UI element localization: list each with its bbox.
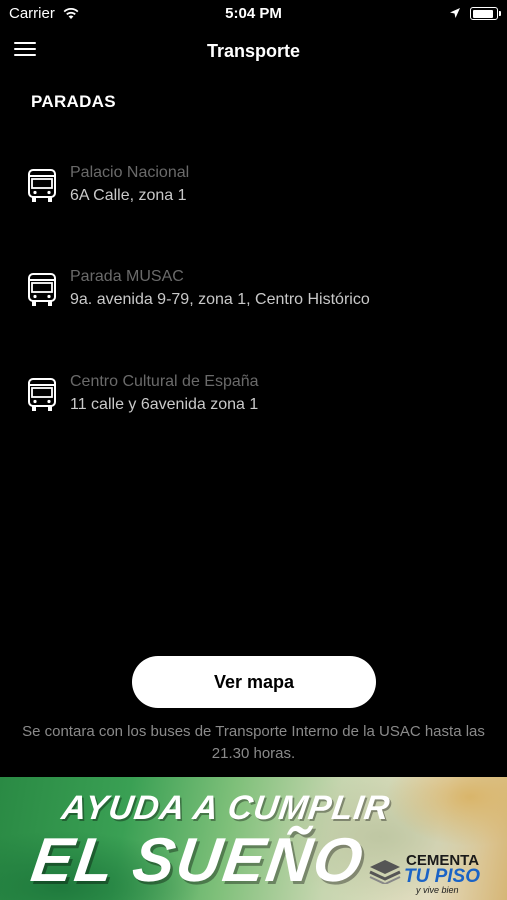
location-arrow-icon — [450, 8, 460, 18]
stop-name: Parada MUSAC — [70, 268, 184, 285]
bus-icon — [28, 169, 56, 202]
status-bar: Carrier 5:04 PM — [0, 0, 507, 28]
bus-icon — [28, 273, 56, 306]
stop-name: Palacio Nacional — [70, 164, 190, 181]
stop-item-parada-musac[interactable]: Parada MUSAC 9a. avenida 9-79, zona 1, C… — [27, 268, 487, 324]
brand-logo: CEMENTA TU PISO y vive bien — [368, 852, 493, 896]
navigation-bar: Transporte — [0, 28, 507, 72]
ad-banner[interactable]: AYUDA A CUMPLIR EL SUEÑO CEMENTA TU PISO… — [0, 777, 507, 900]
status-time: 5:04 PM — [225, 5, 282, 22]
banner-headline: AYUDA A CUMPLIR — [59, 789, 393, 827]
battery-icon — [470, 7, 501, 20]
brand-mark-icon — [369, 860, 401, 884]
banner-subheadline: EL SUEÑO — [27, 826, 369, 895]
bus-icon — [28, 378, 56, 411]
stop-name: Centro Cultural de España — [70, 373, 259, 390]
stop-item-palacio-nacional[interactable]: Palacio Nacional 6A Calle, zona 1 — [27, 164, 487, 220]
stop-address: 6A Calle, zona 1 — [70, 187, 187, 204]
brand-tagline: y vive bien — [416, 885, 459, 895]
stop-address: 9a. avenida 9-79, zona 1, Centro Históri… — [70, 291, 370, 308]
section-title-paradas: PARADAS — [31, 92, 116, 111]
battery-fill — [472, 9, 494, 18]
view-map-button[interactable]: Ver mapa — [132, 656, 376, 708]
stop-address: 11 calle y 6avenida zona 1 — [70, 396, 259, 413]
stop-item-centro-cultural[interactable]: Centro Cultural de España 11 calle y 6av… — [27, 373, 487, 429]
page-title: Transporte — [206, 41, 301, 61]
schedule-note: Se contara con los buses de Transporte I… — [22, 723, 485, 762]
